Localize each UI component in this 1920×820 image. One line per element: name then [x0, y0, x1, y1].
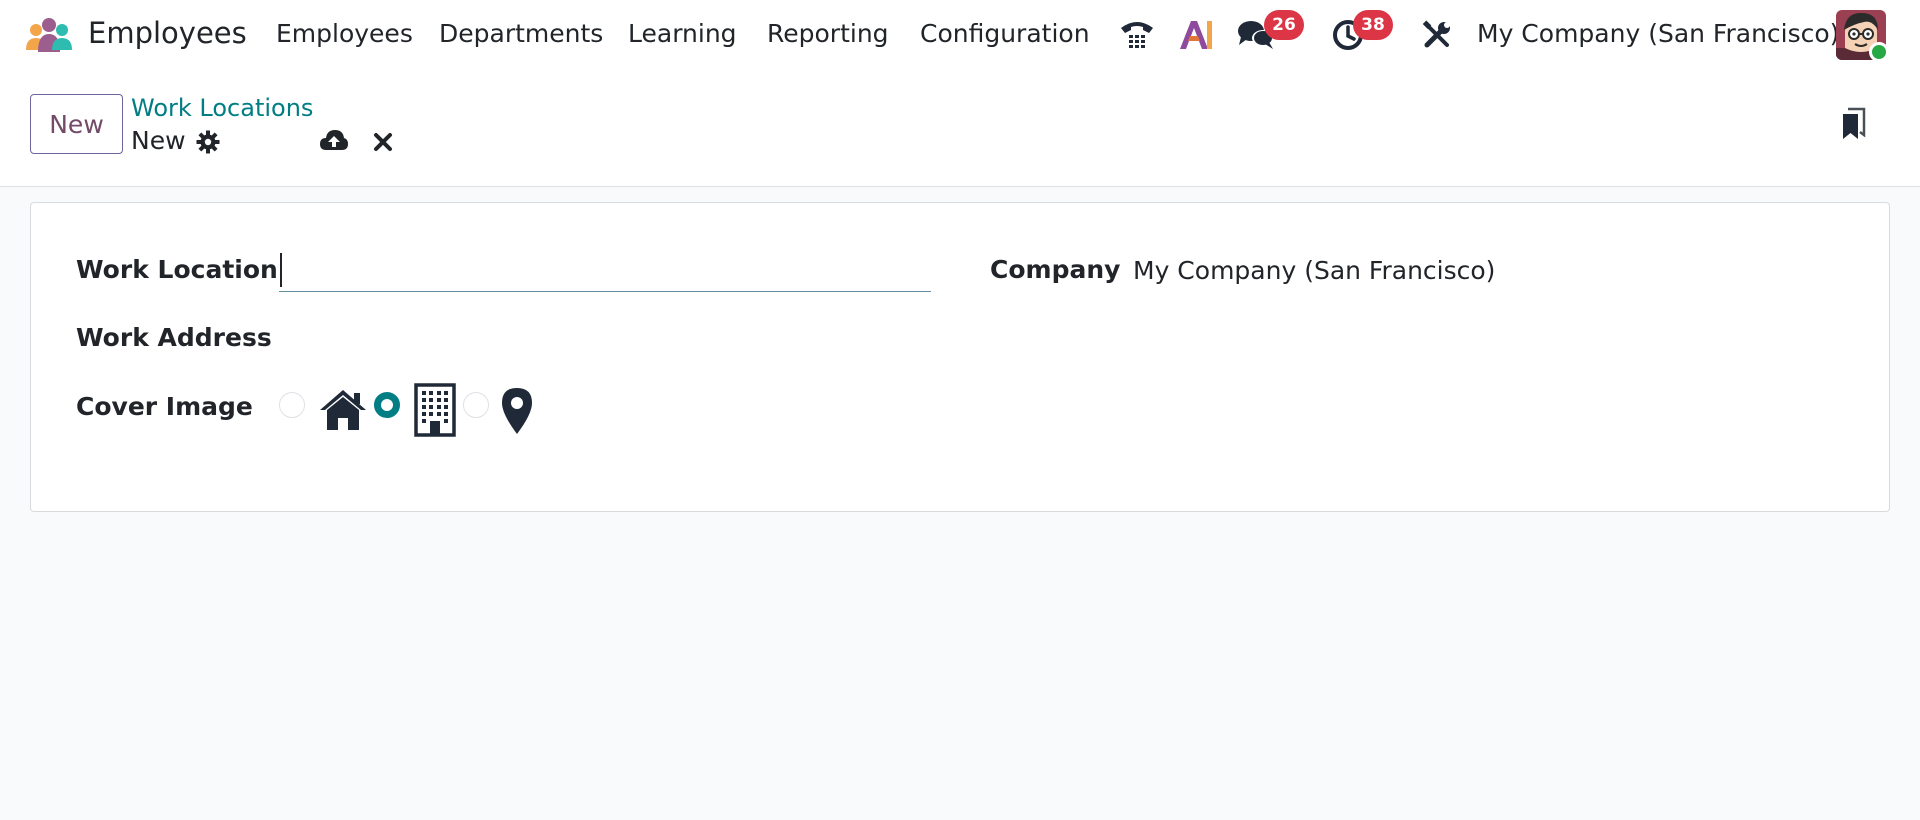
cover-building-radio[interactable] — [374, 392, 400, 418]
debug-tools-icon[interactable] — [1417, 16, 1457, 54]
menu-departments[interactable]: Departments — [439, 19, 603, 48]
menu-employees[interactable]: Employees — [276, 19, 413, 48]
ai-icon[interactable] — [1176, 16, 1216, 54]
map-marker-icon[interactable] — [498, 386, 536, 436]
breadcrumb-work-locations[interactable]: Work Locations — [131, 94, 313, 122]
work-location-input[interactable] — [279, 250, 931, 292]
app-name[interactable]: Employees — [88, 16, 247, 50]
cloud-upload-icon[interactable] — [318, 126, 350, 154]
online-status-indicator — [1869, 42, 1889, 62]
top-navbar: Employees Employees Departments Learning… — [0, 0, 1920, 70]
control-panel: New Work Locations New — [0, 70, 1920, 187]
home-icon[interactable] — [317, 386, 369, 434]
new-button[interactable]: New — [30, 94, 123, 154]
cover-map-marker-radio[interactable] — [463, 392, 489, 418]
phone-icon[interactable] — [1117, 16, 1157, 54]
company-field[interactable]: My Company (San Francisco) — [1133, 256, 1495, 285]
breadcrumb-current-record: New — [131, 126, 186, 155]
menu-learning[interactable]: Learning — [628, 19, 737, 48]
discard-icon[interactable] — [369, 128, 397, 156]
work-address-label: Work Address — [76, 323, 272, 352]
company-switcher[interactable]: My Company (San Francisco) — [1477, 19, 1839, 48]
bookmark-icon[interactable] — [1837, 106, 1869, 142]
cover-image-label: Cover Image — [76, 392, 253, 421]
app-logo-icon[interactable] — [24, 16, 74, 54]
form-sheet — [30, 202, 1890, 512]
cover-home-radio[interactable] — [279, 392, 305, 418]
work-location-label: Work Location — [76, 255, 278, 284]
menu-configuration[interactable]: Configuration — [920, 19, 1090, 48]
messages-count-badge: 26 — [1264, 10, 1304, 40]
building-icon[interactable] — [411, 383, 459, 437]
text-caret — [280, 253, 282, 287]
company-label: Company — [990, 255, 1121, 284]
activities-count-badge: 38 — [1353, 10, 1393, 40]
menu-reporting[interactable]: Reporting — [767, 19, 889, 48]
gear-icon[interactable] — [194, 128, 222, 156]
